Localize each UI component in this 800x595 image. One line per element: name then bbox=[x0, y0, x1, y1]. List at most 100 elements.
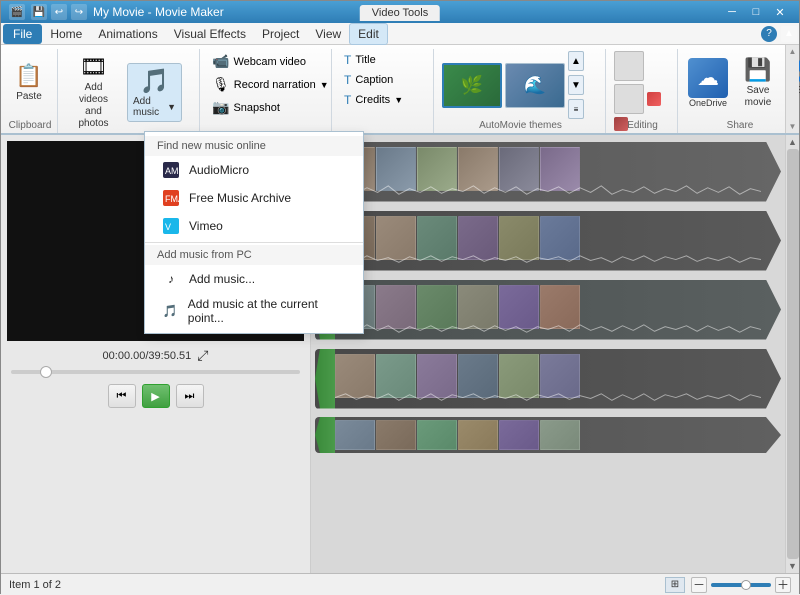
scroll-thumb[interactable] bbox=[787, 149, 799, 559]
cloud-share-button[interactable]: ☁ OneDrive bbox=[686, 56, 730, 110]
minimize-button[interactable]: ─ bbox=[721, 4, 743, 20]
edit-tool-2[interactable] bbox=[614, 84, 644, 114]
undo-icon[interactable]: ↩ bbox=[51, 4, 67, 20]
maximize-button[interactable]: □ bbox=[745, 4, 767, 20]
track-content-5[interactable] bbox=[315, 417, 781, 453]
audiomicro-item[interactable]: AM AudioMicro bbox=[145, 156, 363, 184]
music-current-icon: 🎵 bbox=[161, 301, 180, 321]
filmstrip-5 bbox=[335, 420, 761, 450]
ribbon-group-add: 🎞 Add videos and photos 🎵 Add music ▼ bbox=[60, 49, 200, 133]
add-music-item[interactable]: ♪ Add music... bbox=[145, 265, 363, 293]
edit-tool-1[interactable] bbox=[614, 51, 644, 81]
dropdown-pc-header: Add music from PC bbox=[145, 245, 363, 265]
free-music-archive-item[interactable]: FMA Free Music Archive bbox=[145, 184, 363, 212]
menu-home[interactable]: Home bbox=[42, 24, 90, 44]
title-button[interactable]: T Title bbox=[340, 51, 407, 69]
ribbon-scroll-down[interactable]: ▼ bbox=[789, 122, 797, 131]
zoom-control: － ＋ bbox=[691, 577, 791, 593]
timeline-scrollbar: ▲ ▼ bbox=[785, 135, 799, 573]
play-button[interactable]: ▶ bbox=[142, 384, 170, 408]
help-icon[interactable]: ? bbox=[761, 26, 777, 42]
title-bar: 🎬 💾 ↩ ↪ My Movie - Movie Maker Video Too… bbox=[1, 1, 799, 23]
zoom-thumb[interactable] bbox=[741, 580, 751, 590]
track-content-3[interactable] bbox=[315, 280, 781, 340]
redo-icon[interactable]: ↪ bbox=[71, 4, 87, 20]
caption-icon: T bbox=[344, 73, 351, 87]
menu-project[interactable]: Project bbox=[254, 24, 307, 44]
credits-icon: T bbox=[344, 93, 351, 107]
scrubber-bar[interactable] bbox=[11, 370, 300, 374]
credits-button[interactable]: T Credits ▼ bbox=[340, 91, 407, 109]
timeline-track-3 bbox=[315, 277, 781, 342]
wave-4 bbox=[335, 391, 761, 405]
save-movie-button[interactable]: 💾 Save movie bbox=[738, 54, 778, 112]
track-content-2[interactable] bbox=[315, 211, 781, 271]
svg-text:AM: AM bbox=[165, 166, 179, 176]
time-display: 00:00.00/39:50.51 ⤢ bbox=[1, 345, 310, 366]
themes-scroll-up[interactable]: ▲ bbox=[568, 51, 584, 71]
theme-thumb-2[interactable]: 🌊 bbox=[505, 63, 565, 108]
menu-animations[interactable]: Animations bbox=[90, 24, 165, 44]
add-music-button[interactable]: 🎵 Add music ▼ bbox=[127, 63, 182, 122]
menu-bar: File Home Animations Visual Effects Proj… bbox=[1, 23, 799, 45]
webcam-video-button[interactable]: 📹 Webcam video bbox=[208, 51, 333, 72]
rewind-button[interactable]: ⏮ bbox=[108, 384, 136, 408]
svg-text:V: V bbox=[165, 222, 171, 232]
edit-tool-3[interactable] bbox=[647, 92, 661, 106]
timeline-track-1 bbox=[315, 139, 781, 204]
scrubber-handle[interactable] bbox=[40, 366, 52, 378]
ribbon-group-capture: 📹 Webcam video 🎙 Record narration ▼ 📷 Sn… bbox=[202, 49, 332, 133]
wave-1 bbox=[335, 184, 761, 198]
add-videos-icon: 🎞 bbox=[80, 54, 108, 80]
ribbon: 📋 Paste Clipboard 🎞 Add videos and photo… bbox=[1, 45, 799, 135]
themes-more[interactable]: ≡ bbox=[568, 99, 584, 119]
ribbon-group-clipboard: 📋 Paste Clipboard bbox=[3, 49, 58, 133]
add-music-current-item[interactable]: 🎵 Add music at the current point... bbox=[145, 293, 363, 329]
app-icon: 🎬 bbox=[9, 4, 25, 20]
ribbon-scroll-up[interactable]: ▲ bbox=[789, 47, 797, 56]
svg-text:FMA: FMA bbox=[165, 194, 179, 204]
track-content-1[interactable] bbox=[315, 142, 781, 202]
webcam-icon: 📹 bbox=[212, 53, 229, 70]
add-videos-button[interactable]: 🎞 Add videos and photos bbox=[66, 51, 121, 133]
vimeo-item[interactable]: V Vimeo bbox=[145, 212, 363, 240]
save-movie-icon: 💾 bbox=[744, 57, 771, 83]
video-tools-tab[interactable]: Video Tools bbox=[360, 5, 440, 21]
item-count: Item 1 of 2 bbox=[9, 579, 61, 591]
storyboard-view-btn[interactable]: ⊞ bbox=[665, 577, 685, 593]
next-frame-button[interactable]: ⏭ bbox=[176, 384, 204, 408]
zoom-in-btn[interactable]: ＋ bbox=[775, 577, 791, 593]
zoom-out-btn[interactable]: － bbox=[691, 577, 707, 593]
vimeo-icon: V bbox=[161, 216, 181, 236]
paste-button[interactable]: 📋 Paste bbox=[9, 60, 49, 106]
audiomicro-icon: AM bbox=[161, 160, 181, 180]
theme-thumb-1[interactable]: 🌿 bbox=[442, 63, 502, 108]
status-bar: Item 1 of 2 ⊞ － ＋ bbox=[1, 573, 799, 595]
dropdown-online-header: Find new music online bbox=[145, 136, 363, 156]
quick-save-icon[interactable]: 💾 bbox=[31, 4, 47, 20]
ribbon-group-themes: 🌿 🌊 ▲ ▼ ≡ AutoMovie themes bbox=[436, 49, 606, 133]
expand-icon[interactable]: ⤢ bbox=[197, 347, 208, 364]
scroll-up-btn[interactable]: ▲ bbox=[788, 135, 797, 147]
menu-visual-effects[interactable]: Visual Effects bbox=[166, 24, 254, 44]
menu-view[interactable]: View bbox=[307, 24, 349, 44]
add-music-icon: 🎵 bbox=[140, 67, 170, 96]
menu-edit[interactable]: Edit bbox=[349, 23, 388, 45]
scroll-down-btn[interactable]: ▼ bbox=[788, 561, 797, 573]
snapshot-button[interactable]: 📷 Snapshot bbox=[208, 97, 333, 118]
dropdown-separator bbox=[145, 242, 363, 243]
track-content-4[interactable] bbox=[315, 349, 781, 409]
collapse-ribbon-icon[interactable]: ▲ bbox=[781, 26, 797, 42]
menu-file[interactable]: File bbox=[3, 24, 42, 44]
record-narration-button[interactable]: 🎙 Record narration ▼ bbox=[208, 74, 333, 95]
record-icon: 🎙 bbox=[212, 76, 230, 93]
add-music-dropdown: Find new music online AM AudioMicro FMA … bbox=[144, 131, 364, 334]
caption-button[interactable]: T Caption bbox=[340, 71, 407, 89]
zoom-slider[interactable] bbox=[711, 583, 771, 587]
themes-scroll-down[interactable]: ▼ bbox=[568, 75, 584, 95]
close-button[interactable]: ✕ bbox=[769, 4, 791, 20]
ribbon-group-editing: Editing bbox=[608, 49, 678, 133]
title-icon: T bbox=[344, 53, 351, 67]
ribbon-scrollbar: ▲ ▼ bbox=[785, 45, 799, 133]
music-note-icon: ♪ bbox=[161, 269, 181, 289]
